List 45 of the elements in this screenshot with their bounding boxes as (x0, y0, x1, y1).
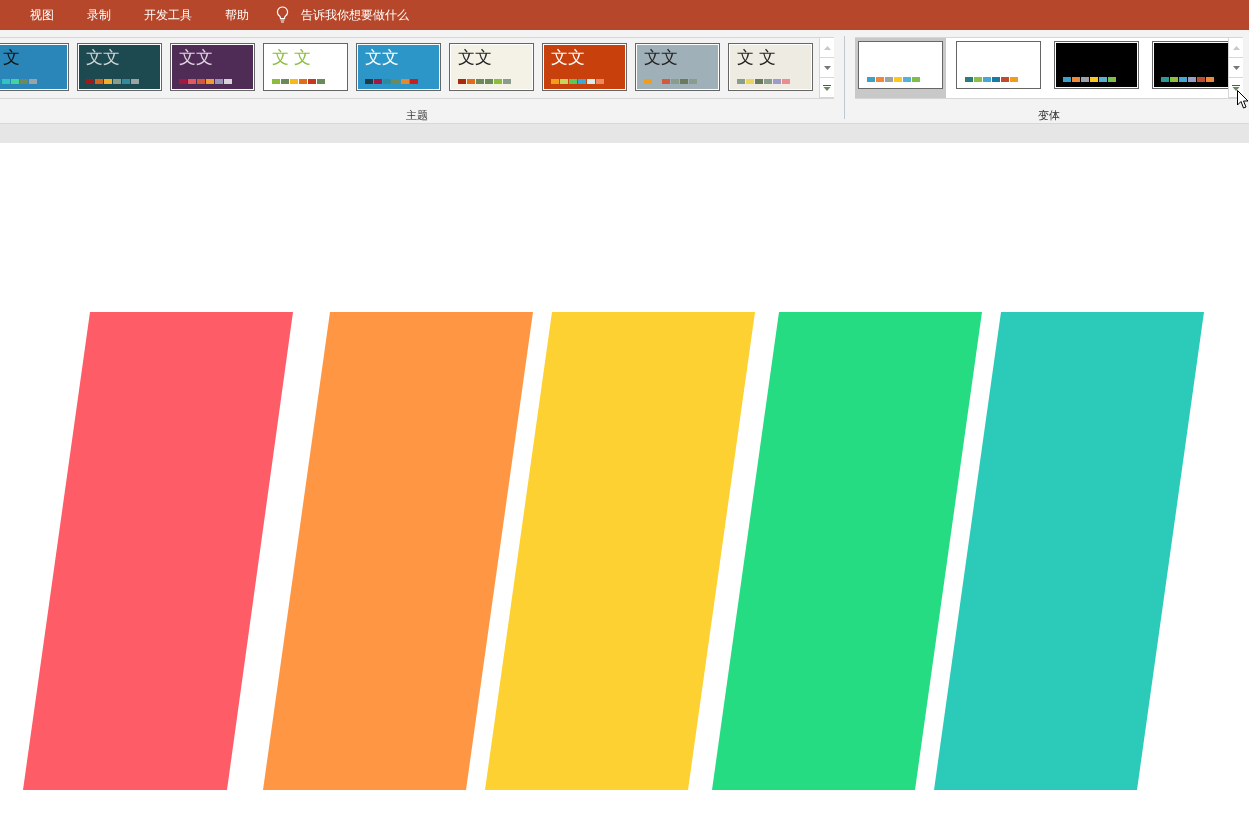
sample-text: 文文 (457, 46, 493, 69)
sample-text: 文文 (643, 46, 679, 69)
expand-icon (1232, 84, 1240, 91)
theme-thumbnail[interactable]: 文文 (170, 43, 255, 91)
sample-text: 文 (2, 46, 21, 69)
color-swatches (1161, 77, 1214, 82)
expand-icon (823, 84, 831, 91)
sample-text: 文文 (550, 46, 586, 69)
color-swatches (867, 77, 920, 82)
sample-text: 文文 (178, 46, 214, 69)
color-swatches (965, 77, 1018, 82)
color-swatches (86, 79, 139, 84)
theme-thumbnail[interactable]: 文 文 (728, 43, 813, 91)
theme-thumbnail[interactable]: 文 (0, 43, 69, 91)
theme-thumbnail[interactable]: 文文 (77, 43, 162, 91)
color-swatches (458, 79, 511, 84)
menu-tab[interactable]: 视图 (22, 0, 62, 30)
triangle-up-icon (1232, 45, 1240, 50)
color-swatches (644, 79, 697, 84)
color-swatches (365, 79, 418, 84)
triangle-down-icon (1232, 65, 1240, 70)
menu-tab[interactable]: 录制 (79, 0, 119, 30)
theme-thumbnail[interactable]: 文文 (542, 43, 627, 91)
color-swatches (1063, 77, 1116, 82)
color-swatches (737, 79, 790, 84)
triangle-down-icon (823, 65, 831, 70)
color-swatches (272, 79, 325, 84)
sample-text: 文 文 (736, 46, 778, 69)
color-swatches (0, 79, 37, 84)
tell-me-search[interactable]: 告诉我你想要做什么 (276, 6, 409, 24)
variant-thumbnail[interactable] (855, 38, 946, 98)
theme-thumbnail[interactable]: 文文 (449, 43, 534, 91)
color-swatches (551, 79, 604, 84)
group-label: 主题 (405, 108, 429, 123)
sample-text: 文 文 (271, 46, 313, 69)
menu-tab[interactable]: 开发工具 (136, 0, 200, 30)
sample-text: 文文 (85, 46, 121, 69)
color-swatches (179, 79, 232, 84)
sample-text: 文文 (364, 46, 400, 69)
lightbulb-icon (276, 6, 289, 24)
menu-tab[interactable]: 帮助 (217, 0, 257, 30)
group-label: 变体 (1037, 108, 1061, 123)
triangle-up-icon (823, 45, 831, 50)
theme-thumbnail[interactable]: 文文 (356, 43, 441, 91)
theme-thumbnail[interactable]: 文文 (635, 43, 720, 91)
